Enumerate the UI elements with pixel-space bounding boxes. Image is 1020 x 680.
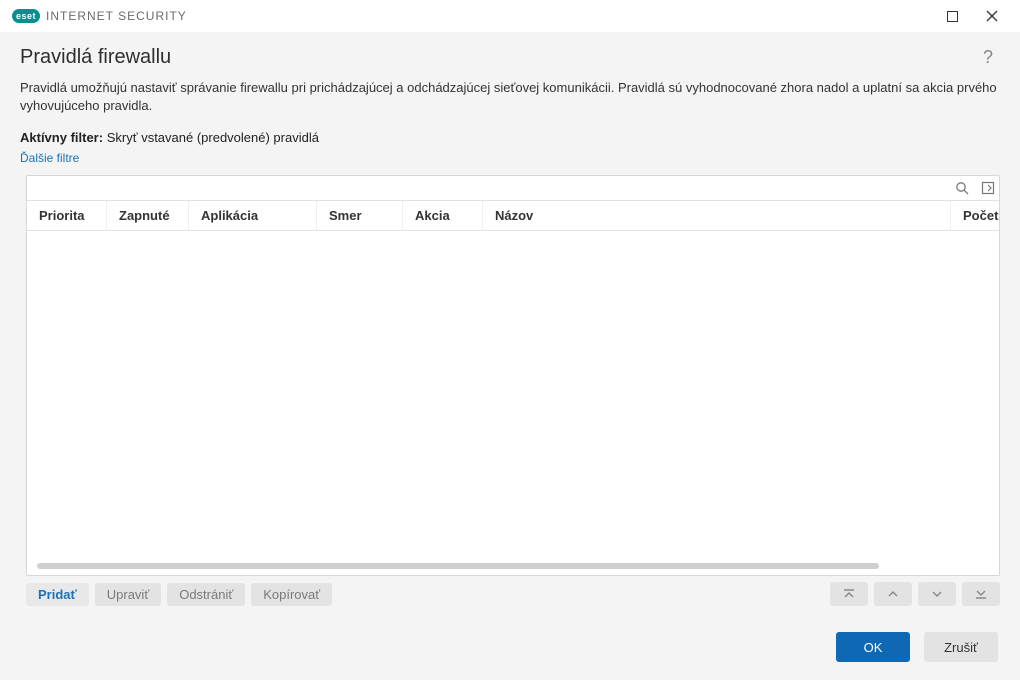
title-bar: eset INTERNET SECURITY xyxy=(0,0,1020,32)
maximize-icon xyxy=(947,11,958,22)
active-filter-value: Skryť vstavané (predvolené) pravidlá xyxy=(107,130,319,145)
col-application[interactable]: Aplikácia xyxy=(189,201,317,230)
window-close-button[interactable] xyxy=(972,0,1012,32)
move-top-button[interactable] xyxy=(830,582,868,606)
table-toolbar xyxy=(27,176,999,201)
chevron-top-icon xyxy=(842,588,856,600)
col-priority[interactable]: Priorita xyxy=(27,201,107,230)
page-title: Pravidlá firewallu xyxy=(20,46,976,69)
chevron-down-icon xyxy=(930,589,944,599)
more-filters-link[interactable]: Ďalšie filtre xyxy=(0,145,1020,175)
expand-icon xyxy=(981,181,995,195)
table-body[interactable] xyxy=(27,231,999,575)
content-area: Pravidlá firewallu ? Pravidlá umožňujú n… xyxy=(0,32,1020,680)
table-header: Priorita Zapnuté Aplikácia Smer Akcia Ná… xyxy=(27,201,999,231)
delete-button[interactable]: Odstrániť xyxy=(167,583,245,606)
chevron-bottom-icon xyxy=(974,588,988,600)
move-up-button[interactable] xyxy=(874,582,912,606)
rules-table: Priorita Zapnuté Aplikácia Smer Akcia Ná… xyxy=(26,175,1000,576)
col-count[interactable]: Počet u xyxy=(951,201,999,230)
move-bottom-button[interactable] xyxy=(962,582,1000,606)
copy-button[interactable]: Kopírovať xyxy=(251,583,332,606)
col-action[interactable]: Akcia xyxy=(403,201,483,230)
search-icon xyxy=(955,181,969,195)
brand-badge: eset xyxy=(12,9,40,23)
cancel-button[interactable]: Zrušiť xyxy=(924,632,998,662)
active-filter: Aktívny filter: Skryť vstavané (predvole… xyxy=(0,126,1020,145)
chevron-up-icon xyxy=(886,589,900,599)
col-enabled[interactable]: Zapnuté xyxy=(107,201,189,230)
help-button[interactable]: ? xyxy=(976,47,1000,68)
close-icon xyxy=(986,10,998,22)
active-filter-label: Aktívny filter: xyxy=(20,130,103,145)
edit-button[interactable]: Upraviť xyxy=(95,583,161,606)
window-maximize-button[interactable] xyxy=(932,0,972,32)
horizontal-scrollbar[interactable] xyxy=(37,563,879,569)
expand-button[interactable] xyxy=(975,176,999,200)
move-down-button[interactable] xyxy=(918,582,956,606)
move-buttons xyxy=(830,582,1000,606)
action-bar: Pridať Upraviť Odstrániť Kopírovať xyxy=(0,576,1020,616)
col-name[interactable]: Názov xyxy=(483,201,951,230)
col-direction[interactable]: Smer xyxy=(317,201,403,230)
brand-product: INTERNET SECURITY xyxy=(46,9,187,23)
dialog-footer: OK Zrušiť xyxy=(0,616,1020,680)
help-icon: ? xyxy=(983,47,993,67)
search-button[interactable] xyxy=(949,176,973,200)
add-button[interactable]: Pridať xyxy=(26,583,89,606)
ok-button[interactable]: OK xyxy=(836,632,910,662)
page-description: Pravidlá umožňujú nastaviť správanie fir… xyxy=(0,75,1020,126)
